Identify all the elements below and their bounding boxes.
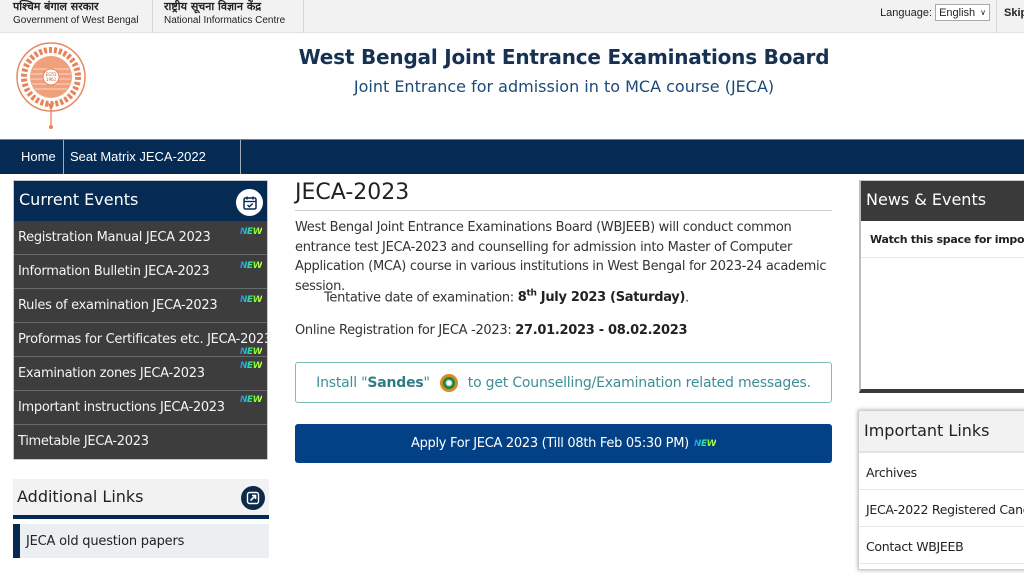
new-badge-icon: NEW: [239, 261, 263, 271]
current-events-header: Current Events: [14, 181, 267, 221]
top-bar: पश्चिम बंगाल सरकार Government of West Be…: [0, 0, 1024, 33]
new-badge-icon: NEW: [693, 438, 717, 449]
current-event-item[interactable]: Examination zones JECA-2023 NEW: [14, 357, 267, 391]
gov-west-bengal-hindi: पश्चिम बंगाल सरकार: [13, 0, 99, 13]
sandes-name: Sandes: [367, 374, 424, 391]
current-event-label: Rules of examination JECA-2023: [18, 298, 218, 313]
current-event-item[interactable]: Registration Manual JECA 2023 NEW: [14, 221, 267, 255]
language-label: Language:: [880, 6, 933, 19]
additional-links-title: Additional Links: [17, 487, 144, 506]
important-links-title: Important Links: [859, 411, 1024, 453]
nav-home[interactable]: Home: [14, 140, 64, 174]
new-badge-icon: NEW: [239, 395, 263, 405]
external-link-icon: [241, 486, 265, 510]
calendar-check-icon: [236, 189, 263, 216]
news-events-title: News & Events: [861, 181, 1024, 221]
tentative-end: .: [685, 290, 689, 306]
site-title: West Bengal Joint Entrance Examinations …: [298, 45, 830, 69]
new-badge-icon: NEW: [239, 227, 263, 237]
nic-link[interactable]: राष्ट्रीय सूचना विज्ञान केंद्र National …: [153, 0, 304, 33]
important-link-registered-candidates[interactable]: JECA-2022 Registered Candidates: [859, 490, 1024, 527]
main-nav: Home Seat Matrix JECA-2022 (PDF): [0, 139, 1024, 198]
important-links-panel: Important Links Archives JECA-2022 Regis…: [858, 410, 1024, 570]
tentative-suffix: th: [526, 289, 537, 299]
online-dates: 27.01.2023 - 08.02.2023: [515, 323, 688, 338]
language-selector: Language: English ∨: [880, 4, 990, 21]
current-event-label: Important instructions JECA-2023: [18, 400, 225, 415]
sandes-quote: ": [423, 374, 430, 391]
language-select[interactable]: English ∨: [935, 4, 990, 21]
additional-link-old-papers[interactable]: JECA old question papers: [13, 524, 269, 558]
site-subtitle: Joint Entrance for admission in to MCA c…: [353, 77, 775, 96]
apply-jeca-button[interactable]: Apply For JECA 2023 (Till 08th Feb 05:30…: [295, 424, 832, 463]
gov-west-bengal-english: Government of West Bengal: [13, 15, 139, 26]
additional-links-panel: Additional Links JECA old question paper…: [13, 479, 269, 558]
new-badge-icon: NEW: [239, 361, 263, 371]
nic-hindi: राष्ट्रीय सूचना विज्ञान केंद्र: [164, 0, 262, 13]
current-event-item[interactable]: Rules of examination JECA-2023 NEW: [14, 289, 267, 323]
intro-paragraph: West Bengal Joint Entrance Examinations …: [295, 220, 827, 294]
page-title: JECA-2023: [295, 180, 410, 205]
current-events-panel: Current Events Registration Manual JECA …: [13, 180, 272, 460]
additional-links-header: Additional Links: [13, 479, 269, 519]
language-selected: English: [939, 6, 976, 19]
news-events-panel: News & Events Watch this space for impor…: [859, 180, 1024, 393]
tentative-exam-date: Tentative date of examination: 8th July …: [324, 289, 689, 305]
current-event-item[interactable]: Important instructions JECA-2023 NEW: [14, 391, 267, 425]
current-event-item[interactable]: Timetable JECA-2023: [14, 425, 267, 459]
current-events-title: Current Events: [19, 190, 139, 209]
current-event-item[interactable]: Information Bulletin JECA-2023 NEW: [14, 255, 267, 289]
important-link-archives[interactable]: Archives: [859, 453, 1024, 490]
apply-label: Apply For JECA 2023 (Till 08th Feb 05:30…: [410, 436, 689, 451]
current-event-label: Examination zones JECA-2023: [18, 366, 205, 381]
current-event-label: Registration Manual JECA 2023: [18, 230, 211, 245]
gov-west-bengal-link[interactable]: पश्चिम बंगाल सरकार Government of West Be…: [0, 0, 153, 33]
online-registration: Online Registration for JECA -2023: 27.0…: [295, 323, 688, 338]
tentative-date-value: 8th July 2023 (Saturday): [518, 289, 686, 306]
current-event-label: Information Bulletin JECA-2023: [18, 264, 210, 279]
skip-to-content-link[interactable]: Skip to main content: [996, 0, 1024, 33]
new-badge-icon: NEW: [239, 347, 263, 357]
tentative-label: Tentative date of examination:: [324, 290, 518, 306]
current-event-item[interactable]: Proformas for Certificates etc. JECA-202…: [14, 323, 272, 357]
tentative-rest: July 2023 (Saturday): [536, 290, 686, 306]
title-divider: [295, 210, 832, 211]
current-event-label: Timetable JECA-2023: [18, 434, 149, 449]
online-label: Online Registration for JECA -2023:: [295, 323, 516, 338]
nic-english: National Informatics Centre: [164, 15, 286, 26]
current-event-label: Proformas for Certificates etc. JECA-202…: [18, 332, 272, 347]
new-badge-icon: NEW: [239, 295, 263, 305]
sandes-install-banner[interactable]: Install " Sandes " to get Counselling/Exam…: [295, 362, 832, 403]
news-item: Watch this space for important announcem…: [861, 221, 1024, 258]
sandes-app-icon: [439, 373, 458, 392]
important-link-contact[interactable]: Contact WBJEEB: [859, 527, 1024, 564]
chevron-down-icon: ∨: [980, 8, 986, 17]
sandes-suffix: to get Counselling/Examination related m…: [467, 374, 811, 391]
nav-seat-matrix[interactable]: Seat Matrix JECA-2022 (PDF): [64, 140, 241, 198]
sandes-prefix: Install ": [316, 374, 368, 391]
